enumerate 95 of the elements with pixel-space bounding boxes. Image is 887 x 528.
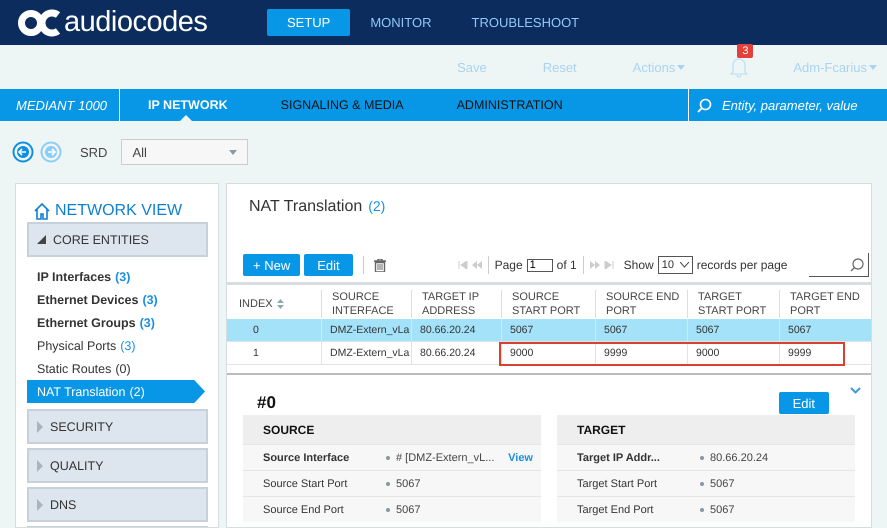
nav-tab[interactable]: SIGNALING & MEDIA xyxy=(252,89,429,121)
table-cell: DMZ-Extern_vLa xyxy=(330,347,410,359)
table-cell: 9999 xyxy=(788,347,812,359)
srd-label: SRD xyxy=(80,144,108,160)
sidebar-item[interactable]: Physical Ports (3) xyxy=(27,334,195,357)
bell-icon[interactable] xyxy=(729,56,750,78)
column-header[interactable]: TARGET START PORT xyxy=(698,290,779,318)
show-label: Show xyxy=(624,258,654,272)
notification-badge: 3 xyxy=(737,44,754,58)
chevron-icon[interactable] xyxy=(850,387,861,394)
bullet-icon xyxy=(700,456,704,460)
column-header[interactable]: TARGET IP ADDRESS xyxy=(422,290,501,318)
field-value: 5067 xyxy=(710,478,734,490)
table-cell: 80.66.20.24 xyxy=(420,324,476,336)
top-tab[interactable]: TROUBLESHOOT xyxy=(452,9,600,36)
sidebar-group[interactable]: SECURITY xyxy=(27,409,208,444)
field-label: Source End Port xyxy=(263,504,345,516)
table-cell: 5067 xyxy=(788,324,812,336)
page-title: NAT Translation xyxy=(249,198,362,216)
bullet-icon xyxy=(386,482,390,486)
column-header[interactable]: SOURCE START PORT xyxy=(512,290,595,318)
column-header[interactable]: SOURCE INTERFACE xyxy=(332,290,411,318)
bullet-icon xyxy=(386,508,390,512)
sidebar-group[interactable]: QUALITY xyxy=(27,448,208,483)
bullet-icon xyxy=(700,482,704,486)
sidebar-group[interactable]: CORE ENTITIES xyxy=(27,222,208,257)
field-label: Target IP Addr... xyxy=(577,452,661,464)
bullet-icon xyxy=(700,508,704,512)
record-title: #0 xyxy=(257,393,276,413)
table-cell: DMZ-Extern_vLa xyxy=(330,324,410,336)
srd-dropdown[interactable]: All xyxy=(121,139,248,165)
sort-icon[interactable] xyxy=(276,299,284,309)
caret-icon xyxy=(229,150,238,154)
logo-text: audiocodes xyxy=(64,6,208,39)
field-label: Source Interface xyxy=(263,452,350,464)
field-label: Target Start Port xyxy=(577,478,658,490)
table-cell: 9999 xyxy=(604,347,628,359)
sidebar-group[interactable]: DNS xyxy=(27,487,208,522)
home-icon[interactable] xyxy=(33,202,51,220)
table-cell: 5067 xyxy=(604,324,628,336)
field-label: Source Start Port xyxy=(263,478,348,490)
table-cell: 9000 xyxy=(510,347,534,359)
page-label: Page xyxy=(494,258,523,272)
sidebar-item[interactable]: Ethernet Devices (3) xyxy=(27,288,195,311)
record-count: (2) xyxy=(368,198,386,214)
column-header[interactable]: TARGET END PORT xyxy=(790,290,871,318)
column-header[interactable]: SOURCE END PORT xyxy=(606,290,687,318)
section-header: SOURCE xyxy=(243,415,541,444)
field-value: 80.66.20.24 xyxy=(710,452,768,464)
forward-icon[interactable] xyxy=(40,141,62,163)
column-header[interactable]: INDEX xyxy=(239,297,273,311)
table-cell: 80.66.20.24 xyxy=(420,347,476,359)
search-icon xyxy=(850,258,864,272)
field-value: 5067 xyxy=(710,504,734,516)
caret-icon xyxy=(677,64,686,70)
table-cell: 5067 xyxy=(696,324,720,336)
trash-icon[interactable] xyxy=(374,258,386,272)
page-total: of 1 xyxy=(556,258,577,272)
table-row[interactable]: 0 DMZ-Extern_vLa 80.66.20.24 5067 5067 5067 5067 xyxy=(227,319,871,342)
table-cell: 9000 xyxy=(696,347,720,359)
table-cell: 1 xyxy=(253,347,259,359)
collapsed-icon xyxy=(37,420,43,432)
next-page-icon[interactable] xyxy=(590,261,600,269)
sidebar-item[interactable]: Ethernet Groups (3) xyxy=(27,311,195,334)
field-value: # [DMZ-Extern_vL... xyxy=(396,452,494,464)
table-row[interactable]: 1 DMZ-Extern_vLa 80.66.20.24 9000 9999 9000 9999 xyxy=(227,342,871,365)
logo-icon xyxy=(18,8,62,36)
last-page-icon[interactable] xyxy=(604,261,614,269)
field-value: 5067 xyxy=(396,478,420,490)
search-field[interactable]: Entity, parameter, value xyxy=(720,96,885,114)
chevron-icon xyxy=(680,262,689,268)
caret-icon xyxy=(869,64,877,70)
page-input[interactable]: 1 xyxy=(526,258,553,272)
search-icon xyxy=(697,98,712,112)
page-size-dropdown[interactable]: 10 xyxy=(658,256,693,274)
records-label: records per page xyxy=(696,258,788,272)
bullet-icon xyxy=(386,456,390,460)
collapsed-icon xyxy=(37,498,43,510)
field-label: Target End Port xyxy=(577,504,654,516)
sidebar-item[interactable]: Static Routes (0) xyxy=(27,357,195,380)
table-cell: 0 xyxy=(253,324,259,336)
expanded-icon xyxy=(37,235,46,244)
back-icon[interactable] xyxy=(12,141,34,163)
section-header: TARGET xyxy=(557,415,855,444)
sidebar-item[interactable]: IP Interfaces (3) xyxy=(27,265,195,288)
device-name: MEDIANT 1000 xyxy=(0,89,120,121)
first-page-icon[interactable] xyxy=(458,261,468,269)
top-tab[interactable]: MONITOR xyxy=(350,9,452,36)
field-value: 5067 xyxy=(396,504,420,516)
table-search-field[interactable] xyxy=(809,253,870,277)
sidebar-title: NETWORK VIEW xyxy=(55,202,182,220)
table-cell: 5067 xyxy=(510,324,534,336)
nav-tab[interactable]: ADMINISTRATION xyxy=(428,89,588,121)
collapsed-icon xyxy=(37,460,43,472)
previous-page-icon[interactable] xyxy=(472,261,482,269)
